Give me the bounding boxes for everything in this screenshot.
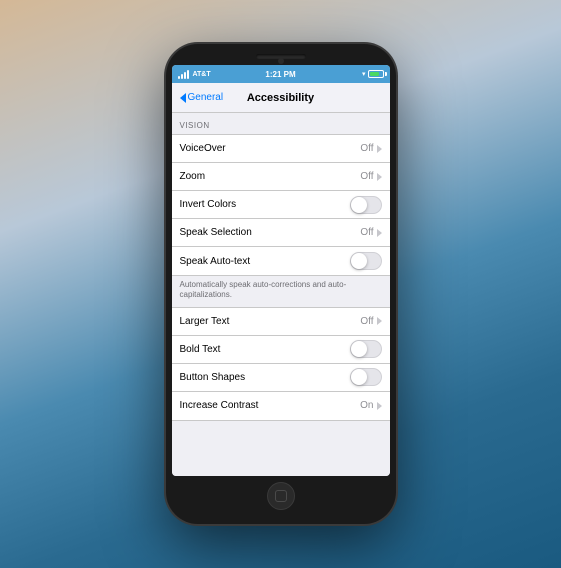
speak-auto-text-item[interactable]: Speak Auto-text [172,247,390,275]
button-shapes-toggle[interactable] [350,368,382,386]
back-button[interactable]: General [180,92,224,103]
zoom-right: Off [360,171,381,182]
invert-colors-item[interactable]: Invert Colors [172,191,390,219]
wifi-icon: ▾ [362,70,366,78]
button-shapes-label: Button Shapes [180,372,246,383]
bold-text-toggle[interactable] [350,340,382,358]
speak-auto-text-label: Speak Auto-text [180,256,251,267]
bold-text-label: Bold Text [180,344,221,355]
button-shapes-knob [351,369,367,385]
zoom-label: Zoom [180,171,206,182]
page-title: Accessibility [247,92,314,104]
zoom-chevron [377,173,382,181]
larger-text-right: Off [360,316,381,327]
voiceover-chevron [377,145,382,153]
back-label: General [188,92,224,103]
status-right: ▾ [362,70,384,78]
bold-text-knob [351,341,367,357]
increase-contrast-right: On [360,400,381,411]
increase-contrast-item[interactable]: Increase Contrast On [172,392,390,420]
chevron-left-icon [180,93,186,103]
speak-selection-value: Off [360,227,373,238]
battery-fill [370,72,380,76]
status-bar: AT&T 1:21 PM ▾ [172,65,390,83]
larger-text-item[interactable]: Larger Text Off [172,308,390,336]
speak-auto-text-knob [351,253,367,269]
voiceover-label: VoiceOver [180,143,226,154]
settings-content: VISION VoiceOver Off Zoom Off [172,113,390,476]
larger-text-label: Larger Text [180,316,230,327]
button-shapes-item[interactable]: Button Shapes [172,364,390,392]
status-left: AT&T [178,70,211,79]
camera [278,58,284,64]
more-list: Larger Text Off Bold Text Button Shapes [172,307,390,421]
vision-section-header: VISION [172,113,390,134]
voiceover-item[interactable]: VoiceOver Off [172,135,390,163]
vision-list: VoiceOver Off Zoom Off Invert Co [172,134,390,276]
speak-selection-item[interactable]: Speak Selection Off [172,219,390,247]
increase-contrast-chevron [377,402,382,410]
larger-text-chevron [377,317,382,325]
invert-colors-knob [351,197,367,213]
increase-contrast-label: Increase Contrast [180,400,259,411]
speak-selection-label: Speak Selection [180,227,252,238]
voiceover-right: Off [360,143,381,154]
zoom-value: Off [360,171,373,182]
speak-selection-right: Off [360,227,381,238]
home-button-inner [275,490,287,502]
speak-auto-text-description: Automatically speak auto-corrections and… [172,276,390,307]
invert-colors-toggle[interactable] [350,196,382,214]
speak-selection-chevron [377,229,382,237]
signal-bars [178,70,189,79]
invert-colors-label: Invert Colors [180,199,237,210]
voiceover-value: Off [360,143,373,154]
nav-bar: General Accessibility [172,83,390,113]
bold-text-item[interactable]: Bold Text [172,336,390,364]
home-button[interactable] [267,482,295,510]
battery-icon [368,70,384,78]
zoom-item[interactable]: Zoom Off [172,163,390,191]
larger-text-value: Off [360,316,373,327]
phone-device: AT&T 1:21 PM ▾ General Accessibility VIS… [166,44,396,524]
status-time: 1:21 PM [265,70,295,79]
screen: AT&T 1:21 PM ▾ General Accessibility VIS… [172,65,390,476]
increase-contrast-value: On [360,400,373,411]
carrier-label: AT&T [193,71,211,78]
speak-auto-text-toggle[interactable] [350,252,382,270]
